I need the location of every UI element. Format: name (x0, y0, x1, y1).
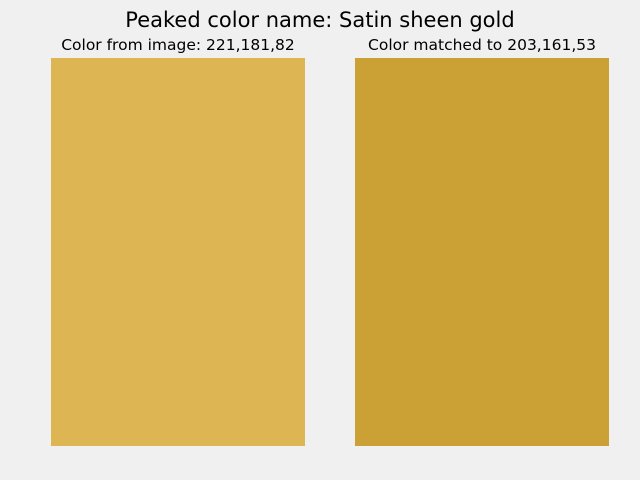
matched-color-title: Color matched to 203,161,53 (368, 36, 596, 54)
figure-title: Peaked color name: Satin sheen gold (125, 8, 515, 32)
matched-color-swatch (355, 58, 609, 446)
image-color-title: Color from image: 221,181,82 (61, 36, 295, 54)
image-color-swatch (51, 58, 305, 446)
